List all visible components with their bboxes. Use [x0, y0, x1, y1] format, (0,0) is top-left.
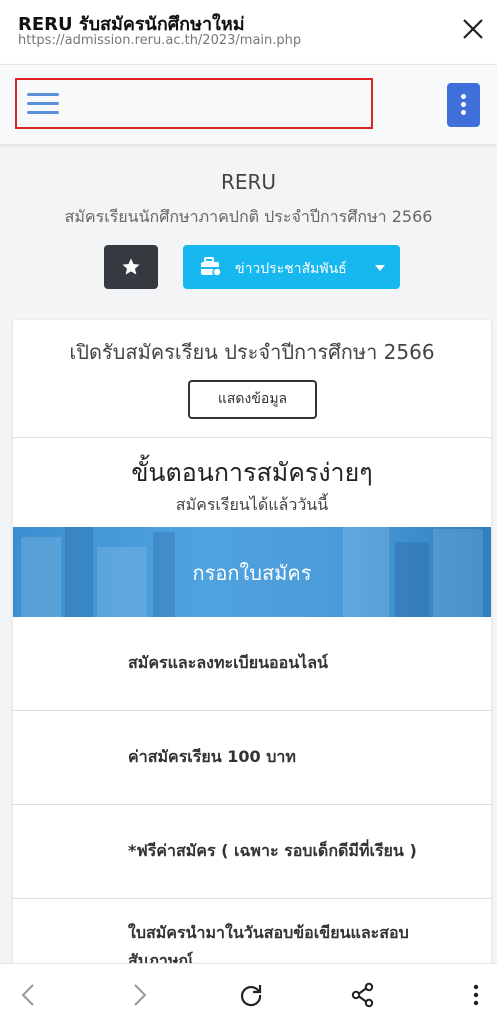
share-icon[interactable]: [348, 980, 378, 1010]
admission-card: เปิดรับสมัครเรียน ประจำปีการศึกษา 2566 แ…: [13, 320, 491, 1024]
forward-icon[interactable]: [124, 980, 154, 1010]
steps-subtitle: สมัครเรียนได้แล้ววันนี้: [175, 495, 329, 514]
news-dropdown-button[interactable]: ข่าวประชาสัมพันธ์: [183, 245, 400, 289]
browser-top-bar: RERU รับสมัครนักศึกษาใหม่ https://admiss…: [0, 0, 497, 64]
site-subtitle: สมัครเรียนนักศึกษาภาคปกติ ประจำปีการศึกษ…: [64, 207, 433, 226]
more-options-button[interactable]: [447, 83, 480, 127]
browser-bottom-bar: [0, 963, 497, 1024]
hamburger-menu-icon[interactable]: [27, 93, 59, 115]
menu-toggle-highlight[interactable]: [15, 78, 373, 129]
divider: [13, 437, 491, 438]
briefcase-icon: [201, 257, 222, 277]
step-label: สมัครและลงทะเบียนออนไลน์: [128, 653, 328, 672]
more-vert-icon[interactable]: [461, 980, 491, 1010]
step-label: *ฟรีค่าสมัคร ( เฉพาะ รอบเด็กดีมีที่เรียน…: [128, 841, 417, 860]
step-item: ค่าสมัครเรียน 100 บาท: [13, 711, 491, 805]
site-name: RERU: [220, 170, 277, 194]
apply-banner-label: กรอกใบสมัคร: [192, 561, 312, 585]
news-button-label: ข่าวประชาสัมพันธ์: [235, 261, 347, 277]
step-item: สมัครและลงทะเบียนออนไลน์: [13, 617, 491, 711]
apply-banner[interactable]: กรอกใบสมัคร: [13, 527, 491, 617]
close-icon[interactable]: [458, 14, 488, 44]
step-item: *ฟรีค่าสมัคร ( เฉพาะ รอบเด็กดีมีที่เรียน…: [13, 805, 491, 899]
back-icon[interactable]: [14, 980, 44, 1010]
favorite-button[interactable]: [104, 245, 158, 289]
site-navbar: [0, 64, 497, 144]
reload-icon[interactable]: [236, 980, 266, 1010]
browser-url[interactable]: https://admission.reru.ac.th/2023/main.p…: [18, 33, 301, 48]
card-title: เปิดรับสมัครเรียน ประจำปีการศึกษา 2566: [69, 340, 435, 364]
caret-down-icon: [375, 265, 385, 271]
star-icon: [122, 258, 140, 275]
step-label: ค่าสมัครเรียน 100 บาท: [128, 747, 296, 766]
show-info-button[interactable]: แสดงข้อมูล: [188, 380, 317, 419]
steps-title: ขั้นตอนการสมัครง่ายๆ: [131, 458, 373, 487]
